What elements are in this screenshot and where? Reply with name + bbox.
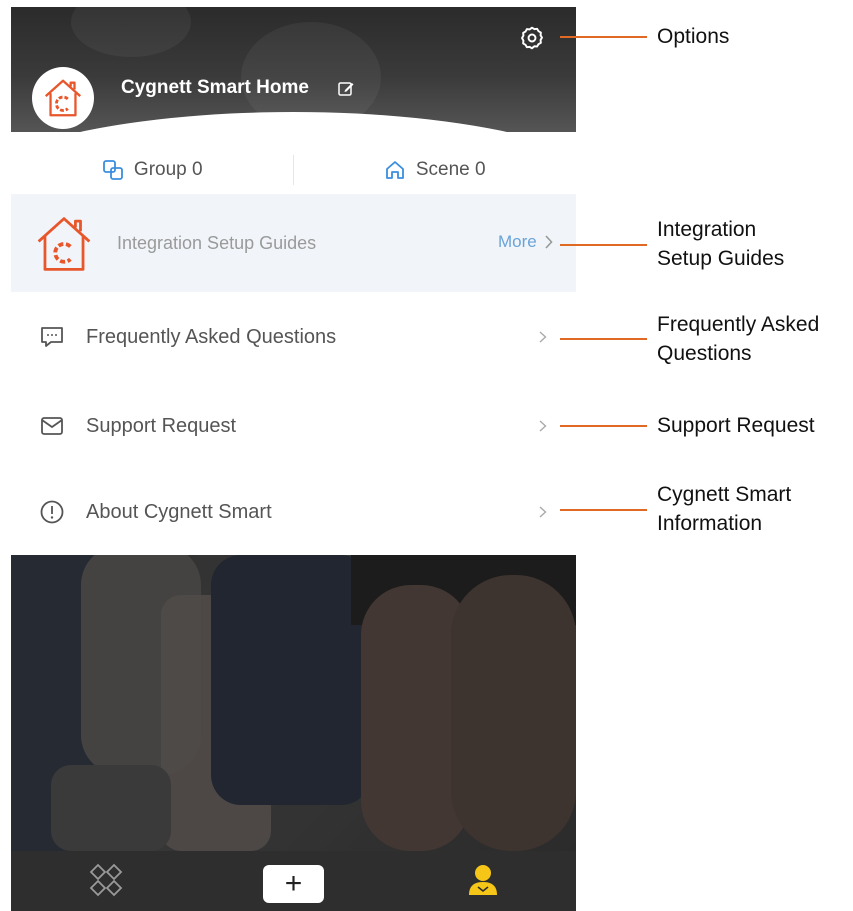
bottom-tab-bar: +: [11, 851, 576, 911]
callout-line-support: [560, 425, 647, 427]
profile-header: [11, 7, 576, 132]
more-label: More: [498, 232, 537, 251]
home-name: Cygnett Smart Home: [121, 77, 309, 98]
edit-icon[interactable]: [337, 80, 355, 98]
devices-grid-icon[interactable]: [89, 863, 123, 897]
menu-item-faq[interactable]: Frequently Asked Questions: [11, 307, 576, 367]
home-avatar[interactable]: [32, 67, 94, 129]
callout-text: Cygnett Smart: [657, 483, 792, 506]
info-icon: [40, 500, 64, 524]
menu-item-support-request[interactable]: Support Request: [11, 396, 576, 456]
app-screen: Cygnett Smart Home Group 0 Scene 0 Integ…: [11, 7, 576, 911]
stats-bar: Group 0 Scene 0: [11, 147, 576, 193]
stats-divider: [293, 155, 294, 185]
integration-label: Integration Setup Guides: [117, 233, 317, 253]
add-device-button[interactable]: +: [263, 865, 324, 903]
scene-home-icon: [385, 161, 404, 179]
chevron-right-icon: [545, 235, 553, 249]
cygnett-house-logo-icon: [33, 211, 95, 282]
callout-options: Options: [657, 22, 729, 51]
menu-item-about[interactable]: About Cygnett Smart: [11, 482, 576, 542]
callout-faq: Frequently Asked Questions: [657, 310, 819, 368]
callout-text: Questions: [657, 342, 752, 365]
cygnett-house-logo-icon: [44, 79, 82, 117]
menu-item-label: Support Request: [86, 414, 237, 437]
chat-icon: [41, 327, 63, 347]
callout-text: Setup Guides: [657, 247, 785, 270]
group-icon: [103, 160, 123, 180]
profile-tab-icon[interactable]: [465, 861, 501, 897]
callout-info: Cygnett Smart Information: [657, 480, 791, 538]
group-label: Group 0: [133, 159, 203, 180]
photo-overlay: [11, 555, 576, 851]
background-photo: [11, 555, 576, 851]
group-stat[interactable]: Group 0: [11, 147, 294, 193]
scene-label: Scene 0: [415, 159, 486, 180]
integration-setup-guides-row[interactable]: Integration Setup Guides More: [11, 194, 576, 292]
callout-text: Information: [657, 512, 763, 535]
callout-support: Support Request: [657, 411, 815, 440]
callout-line-integration: [560, 244, 647, 246]
callout-line-options: [560, 36, 647, 38]
callout-text: Options: [657, 25, 730, 48]
menu-item-label: About Cygnett Smart: [86, 500, 272, 523]
callout-text: Integration: [657, 218, 757, 241]
header-background-shape: [71, 7, 191, 57]
chevron-right-icon: [539, 420, 547, 432]
callout-text: Support Request: [657, 414, 815, 437]
callout-text: Frequently Asked: [657, 313, 820, 336]
settings-gear-icon[interactable]: [519, 25, 545, 51]
scene-stat[interactable]: Scene 0: [294, 147, 577, 193]
chevron-right-icon: [539, 331, 547, 343]
callout-line-info: [560, 509, 647, 511]
callout-integration: Integration Setup Guides: [657, 215, 784, 273]
menu-item-label: Frequently Asked Questions: [86, 325, 337, 348]
chevron-right-icon: [539, 506, 547, 518]
more-link[interactable]: More: [498, 232, 553, 252]
callout-line-faq: [560, 338, 647, 340]
envelope-icon: [41, 417, 63, 435]
